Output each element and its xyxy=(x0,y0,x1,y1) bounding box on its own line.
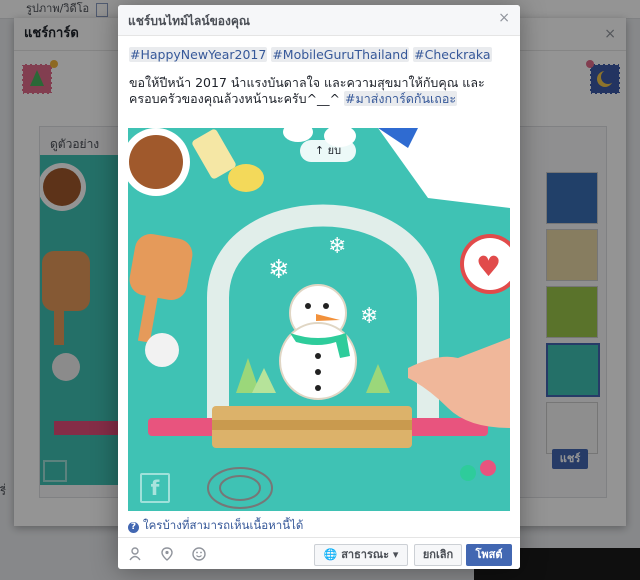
hashtag[interactable]: #Checkraka xyxy=(413,47,492,62)
reposition-photo-button[interactable]: ↑ ยบ xyxy=(300,140,356,162)
share-to-timeline-dialog: แชร์บนไทม์ไลน์ของคุณ × #HappyNewYear2017… xyxy=(118,5,520,569)
audience-info-link[interactable]: ? ใครบ้างที่สามารถเห็นเนื้อหานี้ได้ xyxy=(128,517,303,535)
hashtag[interactable]: #มาส่งการ์ดกันเถอะ xyxy=(344,91,458,106)
card-photo: ❄ ❄ ❄ ♥ ↑ ยบ f xyxy=(128,128,510,511)
dialog-footer: 🌐 สาธารณะ ▾ ยกเลิก โพสต์ xyxy=(118,537,520,569)
svg-text:❄: ❄ xyxy=(328,234,346,259)
question-icon: ? xyxy=(128,522,139,533)
location-pin-icon[interactable] xyxy=(160,547,174,561)
svg-text:❄: ❄ xyxy=(268,255,290,285)
facebook-logo-icon: f xyxy=(140,473,170,503)
cancel-button[interactable]: ยกเลิก xyxy=(414,544,462,566)
snowman-card-art: ❄ ❄ ❄ ♥ xyxy=(128,128,510,511)
globe-icon: 🌐 xyxy=(323,548,338,561)
message-text: ครอบครัวของคุณล้วงหน้านะครับ^__^ xyxy=(129,91,345,106)
svg-text:♥: ♥ xyxy=(476,250,501,283)
tag-friends-icon[interactable] xyxy=(128,547,142,561)
audience-info-text: ใครบ้างที่สามารถเห็นเนื้อหานี้ได้ xyxy=(143,518,304,532)
hashtag-line: #HappyNewYear2017 #MobileGuruThailand #C… xyxy=(129,47,509,63)
hashtag[interactable]: #MobileGuruThailand xyxy=(271,47,410,62)
post-button[interactable]: โพสต์ xyxy=(466,544,512,566)
dialog-close-icon[interactable]: × xyxy=(498,10,510,26)
post-composer[interactable]: #HappyNewYear2017 #MobileGuruThailand #C… xyxy=(129,47,509,107)
message-line-2: ครอบครัวของคุณล้วงหน้านะครับ^__^ #มาส่งก… xyxy=(129,91,509,107)
privacy-selector[interactable]: 🌐 สาธารณะ ▾ xyxy=(314,544,408,566)
svg-text:❄: ❄ xyxy=(360,304,378,329)
privacy-label: สาธารณะ ▾ xyxy=(341,548,399,561)
hashtag[interactable]: #HappyNewYear2017 xyxy=(129,47,268,62)
dialog-header: แชร์บนไทม์ไลน์ของคุณ × xyxy=(118,5,520,36)
feeling-emoji-icon[interactable] xyxy=(192,547,206,561)
dialog-title: แชร์บนไทม์ไลน์ของคุณ xyxy=(128,14,251,28)
message-line-1: ขอให้ปีหน้า 2017 นำแรงบันดาลใจ และความสุ… xyxy=(129,75,485,90)
